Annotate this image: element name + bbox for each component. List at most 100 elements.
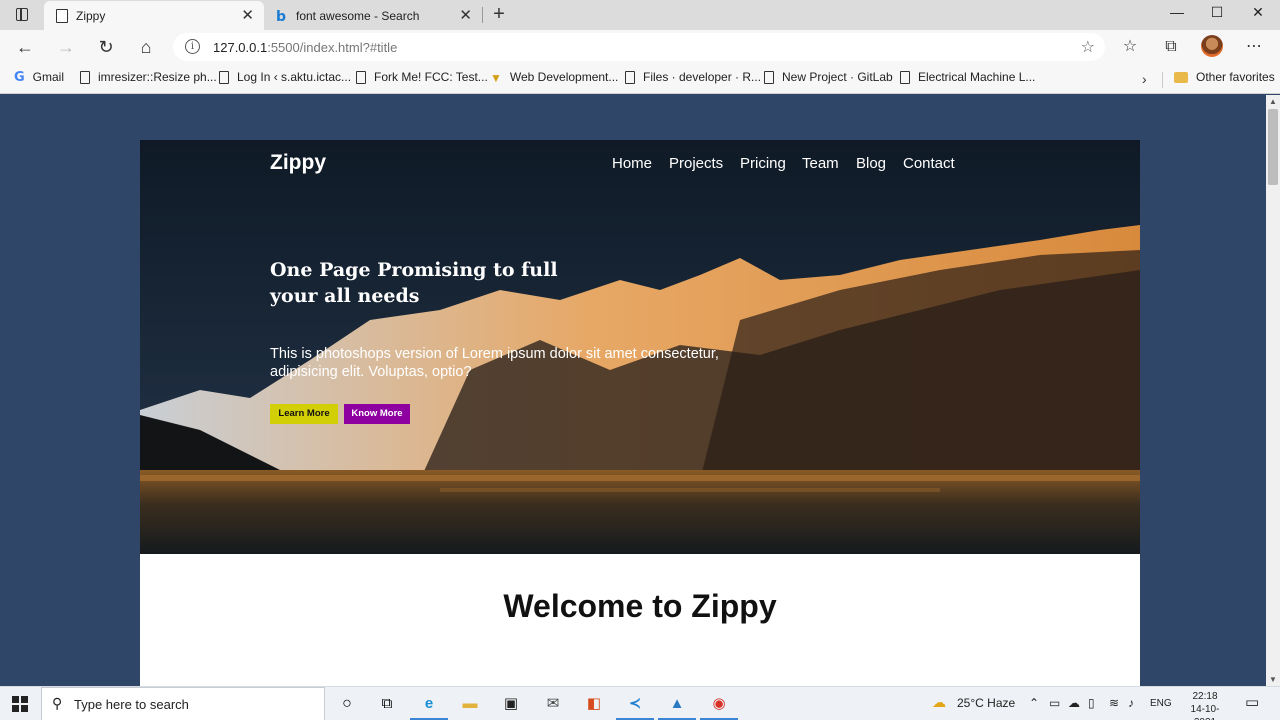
know-more-button[interactable]: Know More — [344, 404, 410, 424]
bookmark-fork-me[interactable]: Fork Me! FCC: Test... — [356, 70, 488, 88]
weather-icon[interactable]: ☁ — [932, 694, 946, 711]
chevron-right-icon[interactable]: › — [1142, 71, 1147, 87]
page-icon — [625, 71, 635, 85]
scroll-up-icon[interactable]: ▲ — [1269, 97, 1277, 106]
office-icon[interactable]: ◧ — [582, 692, 606, 716]
url-host: 127.0.0.1 — [213, 40, 268, 55]
address-bar[interactable]: i 127.0.0.1:5500/index.html?#title ☆ — [173, 33, 1105, 61]
back-arrow-icon[interactable]: ← — [13, 35, 37, 59]
bookmark-electrical-machine[interactable]: Electrical Machine L... — [900, 70, 1035, 88]
tab-font-awesome-search[interactable]: b font awesome - Search ✕ — [264, 1, 482, 30]
search-icon: ⚲ — [52, 695, 63, 711]
close-tab-icon[interactable]: ✕ — [459, 6, 472, 24]
windows-start-icon[interactable] — [12, 696, 28, 712]
welcome-heading: Welcome to Zippy — [503, 588, 777, 624]
google-icon: G — [14, 69, 25, 85]
hero-description: This is photoshops version of Lorem ipsu… — [270, 346, 719, 380]
notifications-icon[interactable]: ▭ — [1245, 693, 1259, 711]
profile-avatar[interactable] — [1201, 35, 1223, 57]
tab-title: font awesome - Search — [296, 9, 420, 23]
nav-team[interactable]: Team — [802, 155, 839, 172]
favorites-bar: G Gmail imresizer::Resize ph... Log In ‹ … — [0, 64, 1280, 94]
bookmark-login-aktu[interactable]: Log In ‹ s.aktu.ictac... — [219, 70, 351, 88]
home-icon[interactable]: ⌂ — [134, 35, 158, 59]
add-favorite-icon[interactable]: ☆ — [1081, 37, 1095, 57]
maximize-button[interactable]: ☐ — [1197, 4, 1237, 21]
windows-taskbar: ⚲ Type here to search ○ ⧉ e ▬ ▣ ✉ ◧ ≺ ▲ … — [0, 686, 1280, 720]
meet-now-icon[interactable]: ▭ — [1049, 696, 1060, 710]
nav-blog[interactable]: Blog — [856, 155, 886, 172]
bookmark-gmail[interactable]: G Gmail — [14, 70, 64, 88]
page-icon — [900, 71, 910, 85]
url-text[interactable]: 127.0.0.1:5500/index.html?#title — [213, 40, 397, 55]
chrome-icon[interactable]: ◉ — [707, 692, 731, 716]
page-icon — [219, 71, 229, 85]
clock-date: 14-10-2021 — [1190, 704, 1220, 720]
address-toolbar: ← → ↻ ⌂ i 127.0.0.1:5500/index.html?#tit… — [0, 30, 1280, 64]
bookmark-label: Files · developer · R... — [643, 70, 762, 84]
bookmark-imresizer[interactable]: imresizer::Resize ph... — [80, 70, 217, 88]
store-icon[interactable]: ▣ — [499, 692, 523, 716]
bookmark-web-development[interactable]: ▼ Web Development... — [490, 70, 618, 88]
nav-contact[interactable]: Contact — [903, 155, 955, 172]
tab-actions-button[interactable] — [8, 5, 36, 25]
page-icon — [764, 71, 774, 85]
url-path: :5500/index.html?#title — [267, 40, 398, 55]
freecodecamp-icon: ▼ — [490, 70, 502, 85]
nav-pricing[interactable]: Pricing — [740, 155, 786, 172]
scrollbar-thumb[interactable] — [1268, 109, 1278, 185]
favorites-icon[interactable]: ☆ — [1117, 35, 1143, 59]
bookmark-label: Web Development... — [509, 70, 619, 84]
other-favorites[interactable]: Other favorites — [1174, 70, 1275, 88]
mail-icon[interactable]: ✉ — [541, 692, 565, 716]
vertical-scrollbar[interactable]: ▲ ▼ — [1266, 95, 1280, 686]
minimize-button[interactable]: — — [1157, 4, 1197, 20]
nav-home[interactable]: Home — [612, 155, 652, 172]
language-indicator[interactable]: ENG — [1150, 698, 1172, 709]
refresh-icon[interactable]: ↻ — [94, 35, 118, 59]
close-tab-icon[interactable]: ✕ — [241, 6, 254, 24]
site-info-icon[interactable]: i — [185, 39, 200, 54]
scroll-down-icon[interactable]: ▼ — [1269, 675, 1277, 684]
site-logo[interactable]: Zippy — [270, 151, 326, 175]
page-icon — [80, 71, 90, 85]
wifi-icon[interactable]: ≋ — [1109, 696, 1119, 710]
battery-icon[interactable]: ▯ — [1088, 696, 1095, 710]
new-tab-button[interactable]: + — [488, 3, 510, 26]
clock[interactable]: 22:18 14-10-2021 — [1180, 690, 1230, 720]
show-hidden-icons-icon[interactable]: ⌃ — [1029, 696, 1039, 710]
volume-icon[interactable]: ♪ — [1128, 696, 1134, 710]
weather-text[interactable]: 25°C Haze — [957, 696, 1015, 710]
bookmark-gitlab[interactable]: New Project · GitLab — [764, 70, 893, 88]
page-viewport: Zippy Home Projects Pricing Team Blog Co… — [0, 95, 1266, 686]
hero-title: One Page Promising to full your all need… — [270, 259, 558, 307]
other-favorites-label: Other favorites — [1196, 70, 1275, 84]
collections-icon[interactable]: ⧉ — [1158, 35, 1184, 59]
page-icon — [56, 9, 68, 23]
bookmark-label: New Project · GitLab — [782, 70, 893, 84]
edge-icon[interactable]: e — [417, 692, 441, 716]
forward-arrow-icon[interactable]: → — [54, 35, 78, 59]
bookmark-label: Electrical Machine L... — [918, 70, 1036, 84]
taskbar-search-box[interactable]: ⚲ Type here to search — [41, 687, 325, 720]
clock-time: 22:18 — [1192, 691, 1218, 702]
onedrive-icon[interactable]: ☁ — [1068, 696, 1080, 710]
photos-icon[interactable]: ▲ — [665, 692, 689, 716]
bookmark-label: Fork Me! FCC: Test... — [374, 70, 488, 84]
more-menu-icon[interactable]: ⋯ — [1241, 35, 1267, 59]
bookmark-label: Gmail — [32, 70, 65, 84]
vscode-icon[interactable]: ≺ — [623, 692, 647, 716]
close-window-button[interactable]: ✕ — [1238, 4, 1278, 21]
tab-zippy[interactable]: Zippy ✕ — [44, 1, 264, 30]
tab-actions-icon — [16, 8, 28, 21]
bookmark-files-developer[interactable]: Files · developer · R... — [625, 70, 761, 88]
learn-more-button[interactable]: Learn More — [270, 404, 338, 424]
search-placeholder: Type here to search — [74, 697, 189, 712]
file-explorer-icon[interactable]: ▬ — [458, 692, 482, 716]
cortana-icon[interactable]: ○ — [335, 692, 359, 716]
task-view-icon[interactable]: ⧉ — [375, 692, 399, 716]
bookmark-label: imresizer::Resize ph... — [98, 70, 217, 84]
hero-section: Zippy Home Projects Pricing Team Blog Co… — [140, 140, 1140, 554]
tab-bar: Zippy ✕ b font awesome - Search ✕ + — ☐ … — [0, 0, 1280, 30]
nav-projects[interactable]: Projects — [669, 155, 723, 172]
